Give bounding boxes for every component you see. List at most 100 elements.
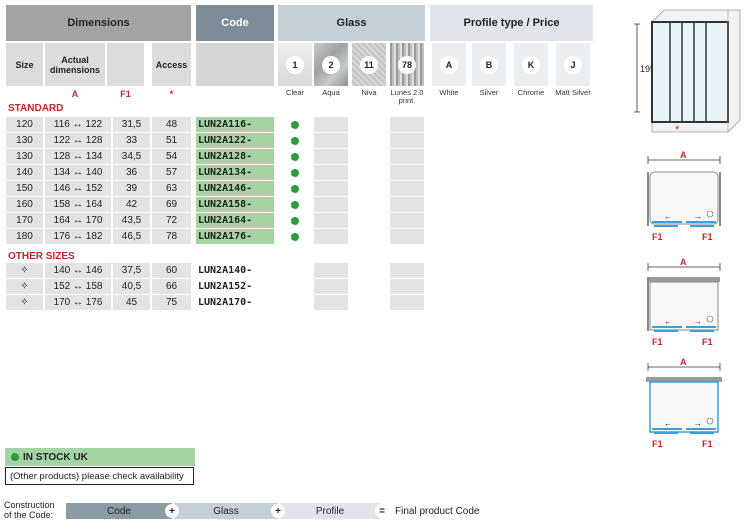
f1-label: F1 — [120, 89, 131, 99]
in-stock-dot-icon — [291, 201, 299, 209]
f1-dimension-label: F1 — [702, 439, 713, 449]
access-subheader: Access — [152, 43, 191, 86]
glass-number: 11 — [360, 55, 378, 74]
actual-cell: 134 ↔ 140 — [45, 165, 111, 180]
actual-cell: 146 ↔ 152 — [45, 181, 111, 196]
size-subheader: Size — [6, 43, 43, 86]
profile-header: Profile type / Price — [430, 5, 593, 41]
in-stock-legend: IN STOCK UK — [5, 448, 195, 466]
glass-cell — [314, 197, 348, 212]
in-stock-dot-icon — [291, 169, 299, 177]
size-cell: ✧ — [6, 295, 43, 310]
glass-cell — [390, 181, 424, 196]
f1-cell: 40,5 — [113, 279, 150, 294]
in-stock-dot-icon — [291, 185, 299, 193]
profile-caption: Matt Silver — [555, 88, 591, 97]
glass-cell — [390, 295, 424, 310]
construction-label-line: Construction — [4, 500, 55, 510]
glass-header: Glass — [278, 5, 425, 41]
f1-cell: 31,5 — [113, 117, 150, 132]
code-cell: LUN2A146- — [196, 181, 274, 196]
glass-cell — [314, 149, 348, 164]
profile-caption: Chrome — [517, 88, 545, 97]
actual-cell: 158 ↔ 164 — [45, 197, 111, 212]
size-cell: 140 — [6, 165, 43, 180]
glass-cell — [390, 197, 424, 212]
in-stock-dot-icon — [291, 233, 299, 241]
table-row: 120 116 ↔ 122 31,5 48 LUN2A116- — [6, 117, 277, 133]
glass-cell — [390, 117, 424, 132]
actual-cell: 170 ↔ 176 — [45, 295, 111, 310]
actual-cell: 152 ↔ 158 — [45, 279, 111, 294]
table-row: 130 122 ↔ 128 33 51 LUN2A122- — [6, 133, 277, 149]
glass-cell — [314, 295, 348, 310]
code-subheader — [196, 43, 274, 86]
access-cell: 63 — [152, 181, 191, 196]
glass-cell — [314, 229, 348, 244]
access-cell: 66 — [152, 279, 191, 294]
access-cell: 60 — [152, 263, 191, 278]
glass-caption: Lunes 2.0 print. — [390, 88, 424, 105]
equals-icon: = — [375, 504, 389, 518]
svg-text:←: ← — [664, 419, 672, 428]
svg-text:←: ← — [664, 317, 672, 326]
code-cell: LUN2A176- — [196, 229, 274, 244]
star-label: * — [169, 89, 174, 99]
glass-cell — [314, 181, 348, 196]
profile-letter: J — [564, 55, 582, 74]
svg-text:→: → — [694, 212, 702, 221]
table-row: 180 176 ↔ 182 46,5 78 LUN2A176- — [6, 229, 277, 245]
in-stock-dot-icon — [291, 153, 299, 161]
in-stock-dot-icon — [291, 121, 299, 129]
f1-dimension-label: F1 — [702, 337, 713, 347]
f1-cell: 36 — [113, 165, 150, 180]
a-label: A — [71, 89, 79, 99]
table-row: 140 134 ↔ 140 36 57 LUN2A134- — [6, 165, 277, 181]
size-cell: 170 — [6, 213, 43, 228]
glass-caption: Niva — [361, 88, 377, 97]
access-cell: 69 — [152, 197, 191, 212]
other-sizes-section-title: OTHER SIZES — [8, 251, 75, 262]
glass-cell — [390, 213, 424, 228]
table-row: ✧ 170 ↔ 176 45 75 LUN2A170- — [6, 295, 277, 311]
profile-caption: Silver — [479, 88, 499, 97]
in-stock-label: IN STOCK UK — [23, 451, 88, 463]
size-cell: 130 — [6, 133, 43, 148]
access-cell: 54 — [152, 149, 191, 164]
construction-profile-bar: Profile — [280, 503, 380, 519]
size-cell: 120 — [6, 117, 43, 132]
code-cell: LUN2A158- — [196, 197, 274, 212]
access-cell: 78 — [152, 229, 191, 244]
a-dimension-label: A — [680, 257, 687, 267]
access-cell: 72 — [152, 213, 191, 228]
in-stock-dot-icon — [291, 217, 299, 225]
access-star-marker: * — [675, 124, 680, 136]
table-row: ✧ 140 ↔ 146 37,5 60 LUN2A140- — [6, 263, 277, 279]
glass-number: 78 — [398, 55, 416, 74]
access-cell: 48 — [152, 117, 191, 132]
f1-cell: 33 — [113, 133, 150, 148]
profile-white-cell: A — [432, 43, 466, 86]
plus-icon: + — [165, 504, 179, 518]
code-cell: LUN2A170- — [196, 295, 274, 310]
f1-cell: 37,5 — [113, 263, 150, 278]
f1-subheader — [107, 43, 144, 86]
code-cell: LUN2A128- — [196, 149, 274, 164]
code-cell: LUN2A116- — [196, 117, 274, 132]
table-row: 170 164 ↔ 170 43,5 72 LUN2A164- — [6, 213, 277, 229]
actual-cell: 128 ↔ 134 — [45, 149, 111, 164]
dimensions-header: Dimensions — [6, 5, 191, 41]
glass-cell — [314, 213, 348, 228]
size-cell: 180 — [6, 229, 43, 244]
glass-cell — [390, 133, 424, 148]
svg-text:←: ← — [664, 212, 672, 221]
plan-view-diagram-2: A ← → F1 F1 — [647, 257, 721, 347]
access-cell: 51 — [152, 133, 191, 148]
code-cell: LUN2A134- — [196, 165, 274, 180]
f1-cell: 39 — [113, 181, 150, 196]
glass-number: 1 — [286, 55, 304, 74]
actual-cell: 176 ↔ 182 — [45, 229, 111, 244]
glass-cell — [390, 165, 424, 180]
size-cell: 160 — [6, 197, 43, 212]
standard-section-title: STANDARD — [8, 103, 64, 114]
